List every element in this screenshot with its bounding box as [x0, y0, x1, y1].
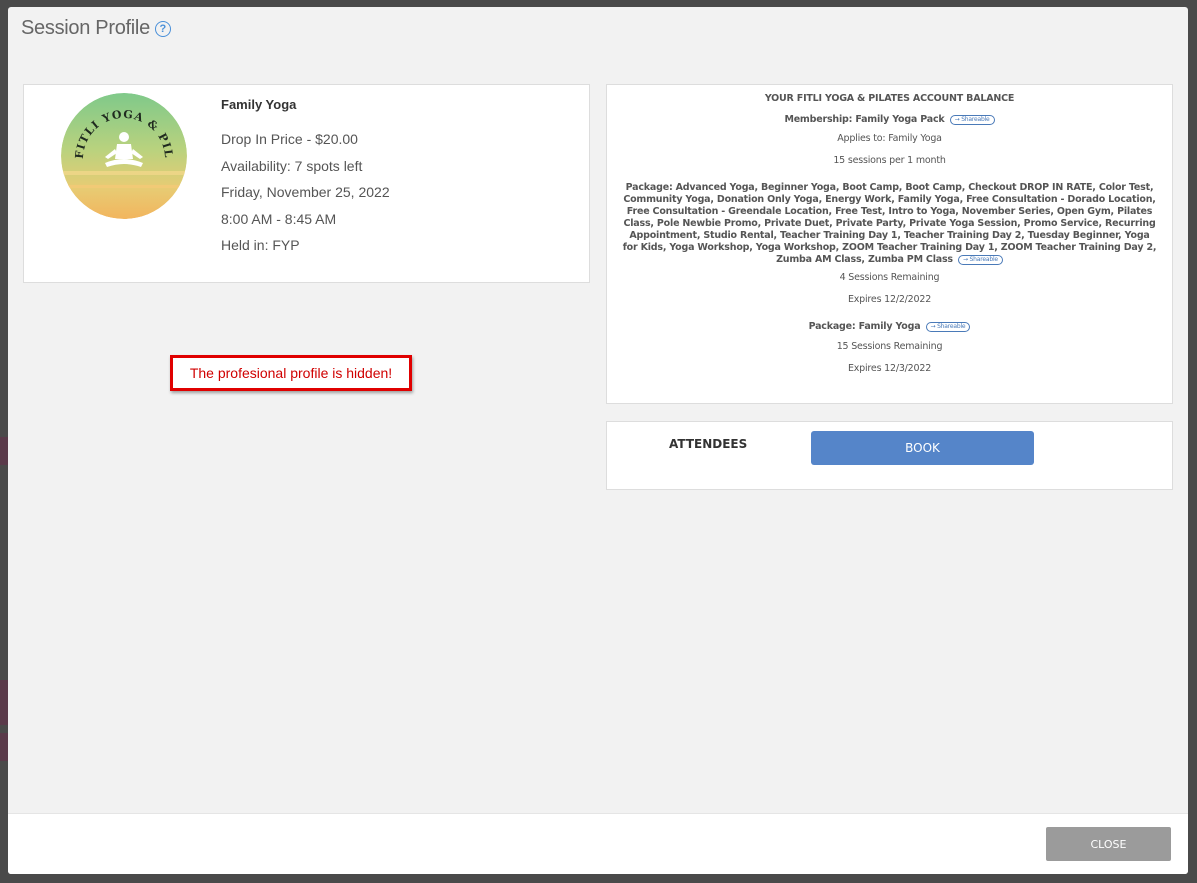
membership-row: Membership: Family Yoga Pack → Shareable	[621, 114, 1158, 126]
studio-logo: FITLI YOGA & PILATES	[61, 93, 187, 219]
shareable-badge: → Shareable	[925, 321, 971, 332]
session-profile-modal: Session Profile ? FITLI YOGA & PIL Famil…	[8, 7, 1188, 874]
account-balance-card: YOUR FITLI YOGA & PILATES ACCOUNT BALANC…	[606, 84, 1173, 404]
shareable-badge: → Shareable	[958, 254, 1003, 265]
session-card: FITLI YOGA & PILATES Family Yoga Drop In…	[23, 84, 590, 283]
package-remaining: 4 Sessions Remaining	[839, 272, 940, 283]
modal-header: Session Profile ?	[21, 17, 171, 40]
share-icon: →	[930, 322, 936, 330]
package-expires: Expires 12/2/2022	[847, 294, 932, 305]
package-label: Package: Advanced Yoga, Beginner Yoga, B…	[622, 182, 1157, 265]
backdrop-left-strip	[0, 733, 8, 761]
session-time: 8:00 AM - 8:45 AM	[221, 210, 337, 227]
balance-title: YOUR FITLI YOGA & PILATES ACCOUNT BALANC…	[764, 93, 1015, 104]
modal-footer: CLOSE	[8, 813, 1188, 874]
package-row: Package: Family Yoga → Shareable	[621, 321, 1158, 333]
membership-label: Membership: Family Yoga Pack	[784, 114, 945, 125]
close-button[interactable]: CLOSE	[1046, 827, 1171, 861]
share-icon: →	[954, 115, 960, 123]
help-icon[interactable]: ?	[154, 20, 171, 37]
studio-logo-image: FITLI YOGA & PILATES	[61, 93, 187, 219]
drop-in-price: Drop In Price - $20.00	[221, 131, 358, 147]
attendees-card: ATTENDEES BOOK	[606, 421, 1173, 490]
share-icon: →	[963, 255, 968, 263]
package-remaining: 15 Sessions Remaining	[836, 341, 943, 352]
session-name: Family Yoga	[221, 97, 297, 112]
attendees-label: ATTENDEES	[669, 437, 748, 451]
membership-sessions: 15 sessions per 1 month	[833, 155, 946, 166]
session-location: Held in: FYP	[221, 237, 300, 253]
shareable-badge: → Shareable	[949, 114, 995, 125]
package-row: Package: Advanced Yoga, Beginner Yoga, B…	[621, 182, 1158, 266]
membership-applies-to: Applies to: Family Yoga	[837, 133, 942, 144]
book-button[interactable]: BOOK	[811, 431, 1034, 465]
package-label: Package: Family Yoga	[808, 321, 921, 332]
backdrop-left-strip	[0, 680, 8, 725]
hidden-profile-notice: The profesional profile is hidden!	[170, 355, 412, 391]
modal-title: Session Profile	[21, 17, 150, 39]
session-date: Friday, November 25, 2022	[221, 184, 390, 200]
session-details: Family Yoga Drop In Price - $20.00 Avail…	[221, 97, 390, 259]
availability: Availability: 7 spots left	[221, 157, 363, 174]
package-expires: Expires 12/3/2022	[847, 363, 932, 374]
backdrop-left-strip	[0, 437, 8, 465]
